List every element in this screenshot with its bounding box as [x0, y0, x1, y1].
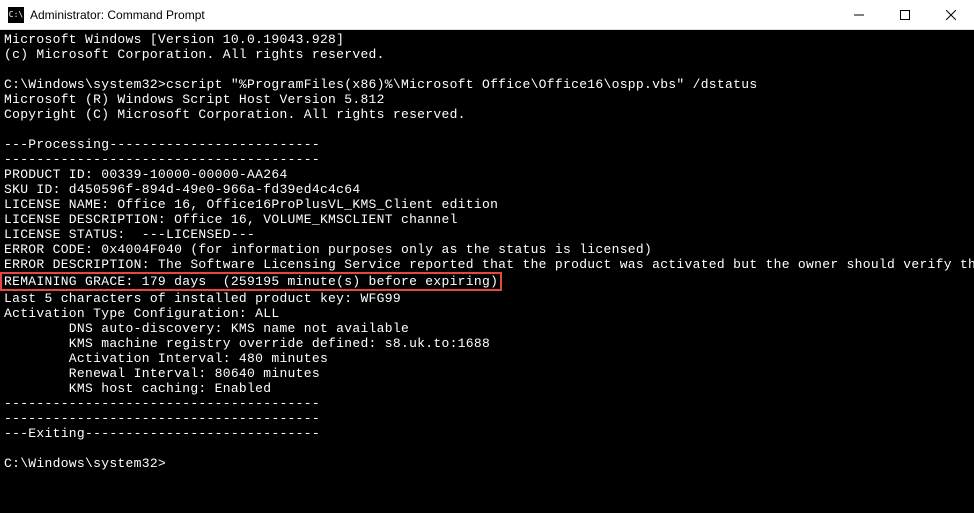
terminal-line: C:\Windows\system32>	[4, 456, 970, 471]
terminal-line: Activation Interval: 480 minutes	[4, 351, 970, 366]
terminal-line: ---Processing--------------------------	[4, 137, 970, 152]
terminal-line: ---------------------------------------	[4, 396, 970, 411]
highlighted-line: REMAINING GRACE: 179 days (259195 minute…	[0, 272, 502, 291]
close-button[interactable]	[928, 0, 974, 29]
terminal-line: LICENSE NAME: Office 16, Office16ProPlus…	[4, 197, 970, 212]
titlebar: C:\ Administrator: Command Prompt	[0, 0, 974, 30]
terminal-line: Copyright (C) Microsoft Corporation. All…	[4, 107, 970, 122]
terminal-line: (c) Microsoft Corporation. All rights re…	[4, 47, 970, 62]
close-icon	[946, 10, 956, 20]
terminal-line: SKU ID: d450596f-894d-49e0-966a-fd39ed4c…	[4, 182, 970, 197]
terminal-line: ERROR DESCRIPTION: The Software Licensin…	[4, 257, 970, 272]
terminal-line: ERROR CODE: 0x4004F040 (for information …	[4, 242, 970, 257]
terminal-line: Activation Type Configuration: ALL	[4, 306, 970, 321]
terminal-line	[4, 441, 970, 456]
terminal-line: LICENSE DESCRIPTION: Office 16, VOLUME_K…	[4, 212, 970, 227]
terminal-line: ---------------------------------------	[4, 411, 970, 426]
maximize-button[interactable]	[882, 0, 928, 29]
cmd-icon: C:\	[8, 7, 24, 23]
window-controls	[836, 0, 974, 29]
terminal-line: Last 5 characters of installed product k…	[4, 291, 970, 306]
terminal-output[interactable]: Microsoft Windows [Version 10.0.19043.92…	[0, 30, 974, 513]
window-title: Administrator: Command Prompt	[30, 8, 836, 22]
terminal-line: Microsoft Windows [Version 10.0.19043.92…	[4, 32, 970, 47]
terminal-line: REMAINING GRACE: 179 days (259195 minute…	[4, 272, 970, 291]
terminal-line: DNS auto-discovery: KMS name not availab…	[4, 321, 970, 336]
terminal-line: Microsoft (R) Windows Script Host Versio…	[4, 92, 970, 107]
terminal-line: ---------------------------------------	[4, 152, 970, 167]
terminal-line	[4, 122, 970, 137]
terminal-line: ---Exiting-----------------------------	[4, 426, 970, 441]
terminal-line: KMS machine registry override defined: s…	[4, 336, 970, 351]
terminal-line: LICENSE STATUS: ---LICENSED---	[4, 227, 970, 242]
terminal-line: PRODUCT ID: 00339-10000-00000-AA264	[4, 167, 970, 182]
maximize-icon	[900, 10, 910, 20]
terminal-line: C:\Windows\system32>cscript "%ProgramFil…	[4, 77, 970, 92]
terminal-line: Renewal Interval: 80640 minutes	[4, 366, 970, 381]
minimize-button[interactable]	[836, 0, 882, 29]
minimize-icon	[854, 10, 864, 20]
terminal-line: KMS host caching: Enabled	[4, 381, 970, 396]
terminal-line	[4, 62, 970, 77]
